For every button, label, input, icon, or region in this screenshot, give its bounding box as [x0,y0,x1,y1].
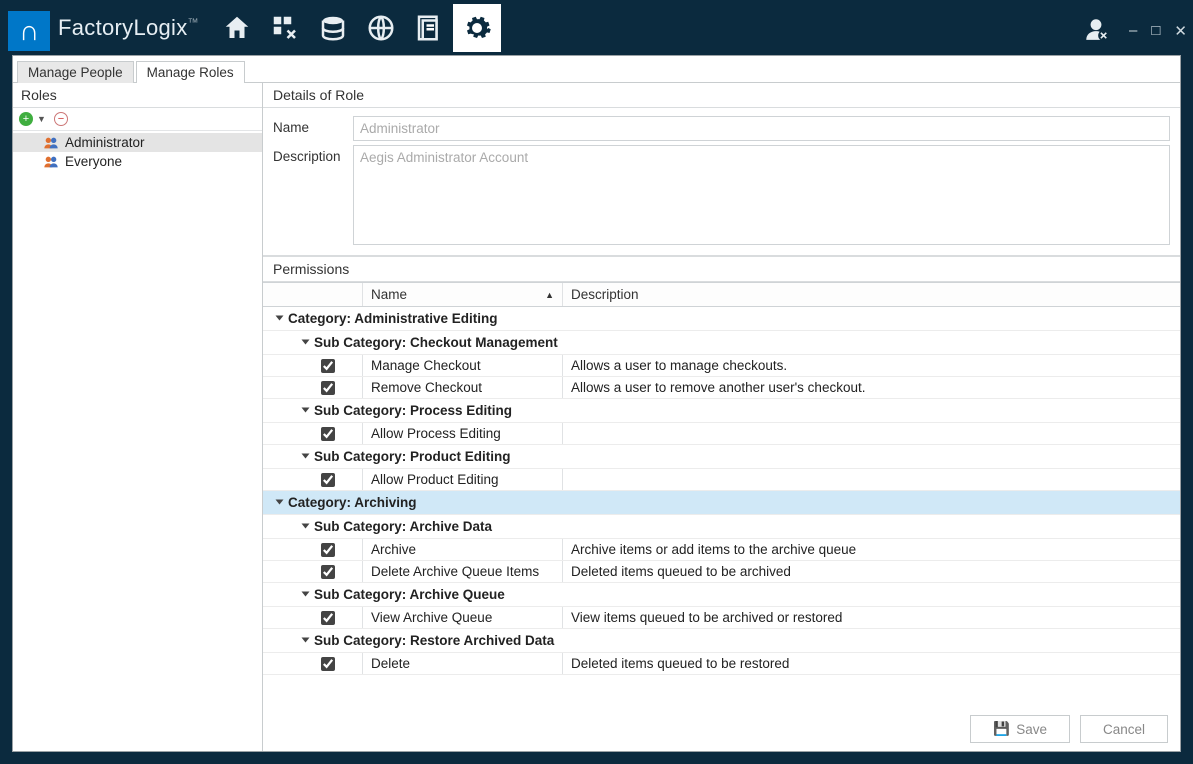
expand-icon [302,637,310,642]
permission-row: Manage CheckoutAllows a user to manage c… [263,355,1180,377]
permission-description: Deleted items queued to be restored [563,653,1180,674]
expand-icon [302,339,310,344]
permission-name: Remove Checkout [363,377,563,398]
subcategory-row[interactable]: Sub Category: Archive Data [263,515,1180,539]
name-label: Name [273,116,343,141]
details-panel: Details of Role Name Description Aegis A… [263,83,1180,751]
permissions-header: Name▲ Description [263,282,1180,307]
subcategory-row[interactable]: Sub Category: Archive Queue [263,583,1180,607]
category-row[interactable]: Category: Administrative Editing [263,307,1180,331]
permissions-panel: Permissions Name▲ Description Category: … [263,255,1180,707]
roles-toolbar: + ▼ − [13,108,262,131]
column-checkbox[interactable] [263,283,363,306]
permission-name: Delete Archive Queue Items [363,561,563,582]
subcategory-row[interactable]: Sub Category: Restore Archived Data [263,629,1180,653]
user-account-icon[interactable] [1083,16,1109,47]
column-description[interactable]: Description [563,283,1180,306]
permission-row: Remove CheckoutAllows a user to remove a… [263,377,1180,399]
description-label: Description [273,145,343,245]
people-icon [43,155,59,169]
permission-name: View Archive Queue [363,607,563,628]
permission-description: View items queued to be archived or rest… [563,607,1180,628]
expand-icon [302,407,310,412]
brand-text: FactoryLogix™ [58,15,199,41]
expand-icon [276,315,284,320]
roles-title: Roles [13,83,262,108]
details-title: Details of Role [263,83,1180,108]
people-icon [43,136,59,150]
permission-row: Delete Archive Queue ItemsDeleted items … [263,561,1180,583]
permissions-grid[interactable]: Category: Administrative EditingSub Cate… [263,307,1180,707]
permission-checkbox[interactable] [321,611,335,625]
app-logo: ∩ [8,11,50,51]
expand-icon [276,499,284,504]
delete-role-icon[interactable]: − [54,112,68,126]
add-role-icon[interactable]: + [19,112,33,126]
permission-row: View Archive QueueView items queued to b… [263,607,1180,629]
permission-checkbox[interactable] [321,543,335,557]
permission-description: Allows a user to manage checkouts. [563,355,1180,376]
roles-tree: Administrator Everyone [13,131,262,173]
permission-row: Allow Process Editing [263,423,1180,445]
minimize-icon[interactable]: – [1129,22,1137,40]
permission-name: Delete [363,653,563,674]
tab-strip: Manage People Manage Roles [13,56,1180,83]
expand-icon [302,453,310,458]
role-label: Administrator [65,135,145,150]
client-area: Manage People Manage Roles Roles + ▼ − A… [12,55,1181,752]
tab-manage-people[interactable]: Manage People [17,61,134,83]
close-icon[interactable]: ✕ [1174,22,1187,40]
description-field[interactable]: Aegis Administrator Account [353,145,1170,245]
permission-description: Allows a user to remove another user's c… [563,377,1180,398]
stack-icon[interactable] [309,4,357,52]
main-toolbar [213,4,501,52]
permission-row: DeleteDeleted items queued to be restore… [263,653,1180,675]
permission-description [563,423,1180,444]
role-label: Everyone [65,154,122,169]
permission-checkbox[interactable] [321,473,335,487]
role-item-everyone[interactable]: Everyone [13,152,262,171]
category-row[interactable]: Category: Archiving [263,491,1180,515]
window-controls: – □ ✕ [1129,22,1187,40]
globe-icon[interactable] [357,4,405,52]
footer-buttons: 💾 Save Cancel [263,707,1180,751]
roles-panel: Roles + ▼ − Administrator Everyone [13,83,263,751]
save-button[interactable]: 💾 Save [970,715,1070,743]
add-role-dropdown-icon[interactable]: ▼ [37,114,46,124]
permissions-title: Permissions [263,256,1180,282]
permission-name: Allow Process Editing [363,423,563,444]
maximize-icon[interactable]: □ [1151,22,1160,40]
tab-manage-roles[interactable]: Manage Roles [136,61,245,83]
permission-description [563,469,1180,490]
permission-row: ArchiveArchive items or add items to the… [263,539,1180,561]
column-name[interactable]: Name▲ [363,283,563,306]
expand-icon [302,523,310,528]
title-bar: ∩ FactoryLogix™ – □ ✕ [0,0,1193,55]
subcategory-row[interactable]: Sub Category: Checkout Management [263,331,1180,355]
subcategory-row[interactable]: Sub Category: Product Editing [263,445,1180,469]
role-item-administrator[interactable]: Administrator [13,133,262,152]
permission-description: Deleted items queued to be archived [563,561,1180,582]
home-icon[interactable] [213,4,261,52]
permission-checkbox[interactable] [321,565,335,579]
grid-edit-icon[interactable] [261,4,309,52]
permission-checkbox[interactable] [321,427,335,441]
permission-checkbox[interactable] [321,381,335,395]
permission-description: Archive items or add items to the archiv… [563,539,1180,560]
permission-checkbox[interactable] [321,359,335,373]
permission-checkbox[interactable] [321,657,335,671]
permission-name: Archive [363,539,563,560]
expand-icon [302,591,310,596]
permission-name: Manage Checkout [363,355,563,376]
save-icon: 💾 [993,721,1010,737]
name-field[interactable] [353,116,1170,141]
subcategory-row[interactable]: Sub Category: Process Editing [263,399,1180,423]
sort-asc-icon: ▲ [545,290,554,300]
cancel-button[interactable]: Cancel [1080,715,1168,743]
permission-row: Allow Product Editing [263,469,1180,491]
permission-name: Allow Product Editing [363,469,563,490]
report-icon[interactable] [405,4,453,52]
role-form: Name Description Aegis Administrator Acc… [263,108,1180,253]
settings-icon[interactable] [453,4,501,52]
